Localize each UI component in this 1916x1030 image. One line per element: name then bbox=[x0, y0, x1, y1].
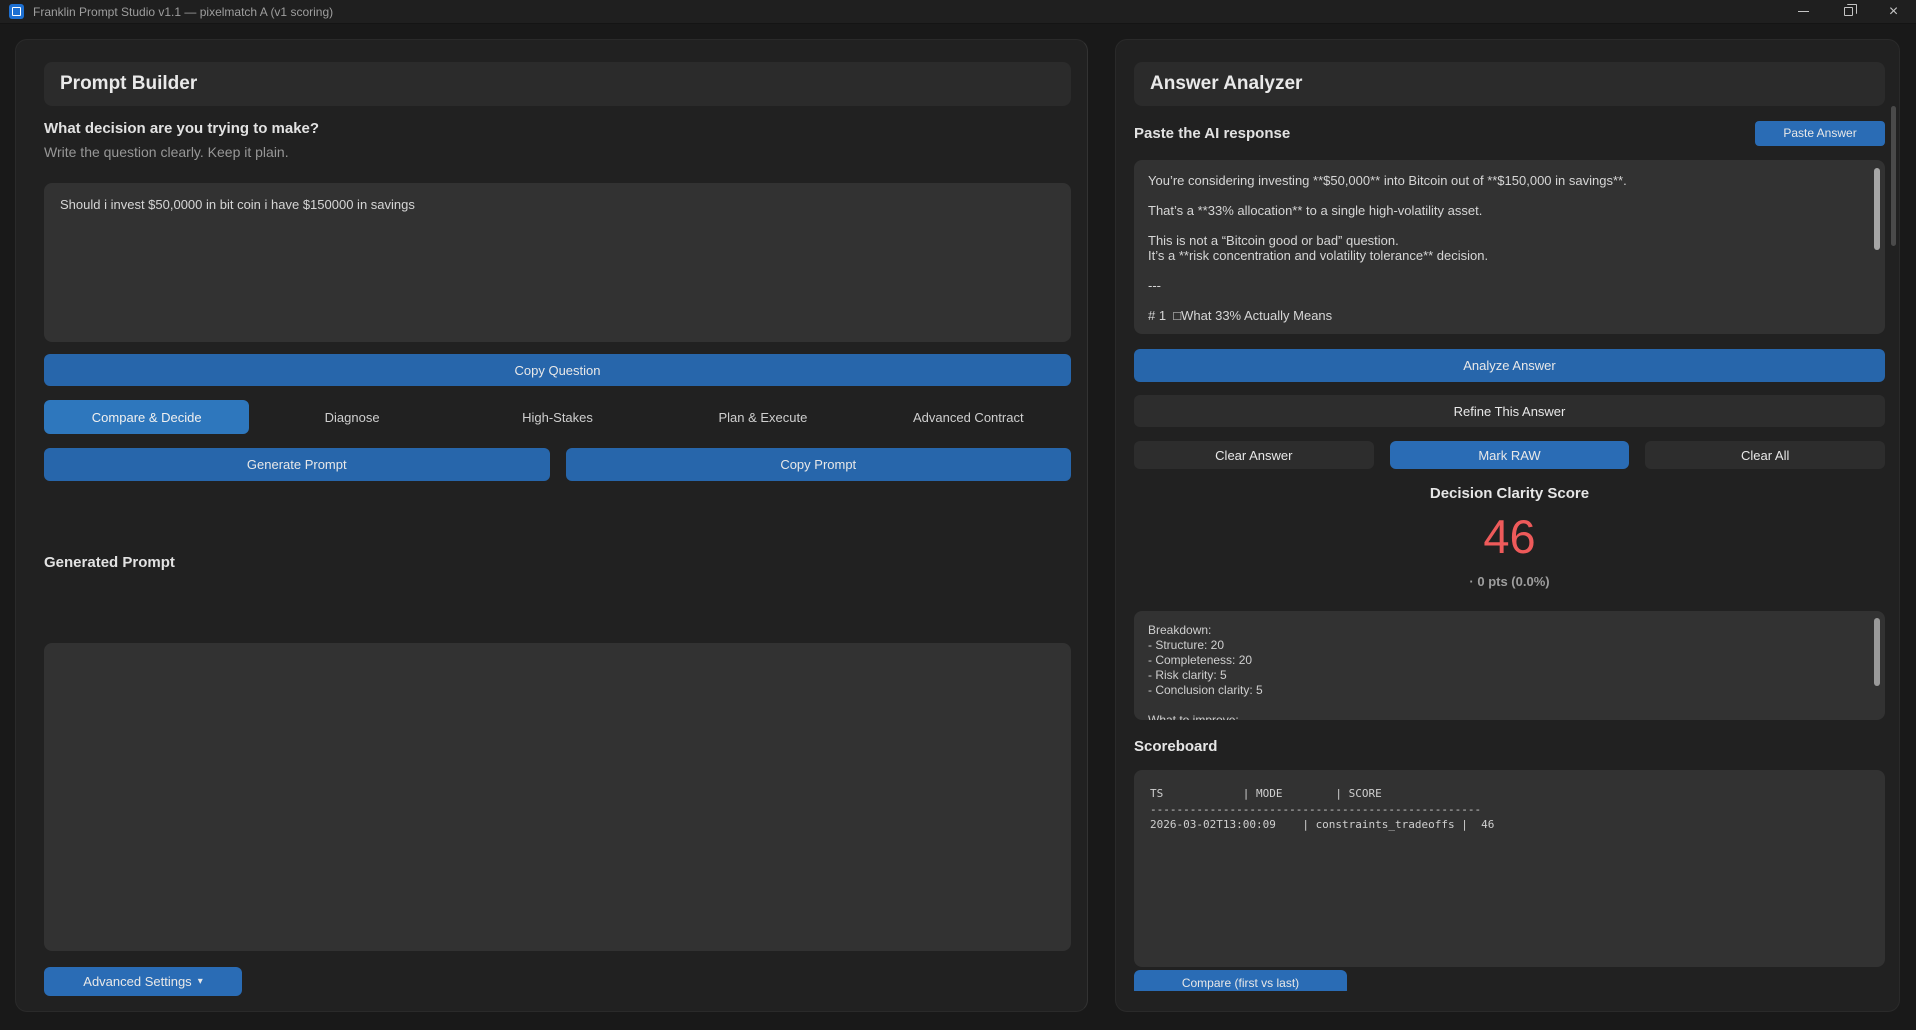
close-button[interactable]: × bbox=[1871, 0, 1916, 24]
tab-advanced-contract[interactable]: Advanced Contract bbox=[866, 400, 1071, 434]
chevron-down-icon: ▾ bbox=[198, 976, 203, 987]
refine-answer-button[interactable]: Refine This Answer bbox=[1134, 395, 1885, 427]
score-title: Decision Clarity Score bbox=[1134, 485, 1885, 502]
score-delta: · 0 pts (0.0%) bbox=[1134, 574, 1885, 589]
scoreboard-header-row: TS | MODE | SCORE bbox=[1150, 786, 1869, 802]
score-breakdown-text: Breakdown: - Structure: 20 - Completenes… bbox=[1148, 623, 1861, 720]
panel-scrollbar-thumb[interactable] bbox=[1891, 106, 1896, 246]
prompt-builder-panel: Prompt Builder What decision are you try… bbox=[15, 39, 1088, 1012]
response-scrollbar-thumb[interactable] bbox=[1874, 168, 1880, 250]
response-input[interactable]: You’re considering investing **$50,000**… bbox=[1134, 160, 1885, 334]
mode-tabs: Compare & Decide Diagnose High-Stakes Pl… bbox=[44, 400, 1071, 434]
scoreboard-box: TS | MODE | SCORE ----------------------… bbox=[1134, 770, 1885, 967]
scoreboard-row: 2026-03-02T13:00:09 | constraints_tradeo… bbox=[1150, 817, 1869, 833]
question-hint: Write the question clearly. Keep it plai… bbox=[44, 144, 1071, 160]
advanced-settings-button[interactable]: Advanced Settings ▾ bbox=[44, 967, 242, 996]
answer-analyzer-header: Answer Analyzer bbox=[1134, 62, 1885, 106]
copy-prompt-button[interactable]: Copy Prompt bbox=[566, 448, 1072, 481]
paste-response-label: Paste the AI response bbox=[1134, 125, 1290, 142]
response-text: You’re considering investing **$50,000**… bbox=[1148, 173, 1861, 323]
titlebar: Franklin Prompt Studio v1.1 — pixelmatch… bbox=[0, 0, 1916, 24]
tab-compare-decide[interactable]: Compare & Decide bbox=[44, 400, 249, 434]
minimize-button[interactable] bbox=[1781, 0, 1826, 24]
compare-first-last-button[interactable]: Compare (first vs last) bbox=[1134, 970, 1347, 991]
breakdown-scrollbar-thumb[interactable] bbox=[1874, 618, 1880, 686]
generated-prompt-output[interactable] bbox=[44, 643, 1071, 951]
analyze-answer-button[interactable]: Analyze Answer bbox=[1134, 349, 1885, 382]
paste-answer-button[interactable]: Paste Answer bbox=[1755, 121, 1885, 146]
tab-plan-execute[interactable]: Plan & Execute bbox=[660, 400, 865, 434]
mark-raw-button[interactable]: Mark RAW bbox=[1390, 441, 1630, 469]
clear-all-button[interactable]: Clear All bbox=[1645, 441, 1885, 469]
score-value: 46 bbox=[1134, 512, 1885, 562]
restore-button[interactable] bbox=[1826, 0, 1871, 24]
window-title: Franklin Prompt Studio v1.1 — pixelmatch… bbox=[33, 5, 333, 19]
clear-answer-button[interactable]: Clear Answer bbox=[1134, 441, 1374, 469]
app-icon bbox=[9, 4, 24, 19]
prompt-builder-header: Prompt Builder bbox=[44, 62, 1071, 106]
score-breakdown-box[interactable]: Breakdown: - Structure: 20 - Completenes… bbox=[1134, 611, 1885, 720]
advanced-settings-label: Advanced Settings bbox=[83, 974, 191, 989]
generated-prompt-label: Generated Prompt bbox=[44, 554, 1071, 571]
generate-prompt-button[interactable]: Generate Prompt bbox=[44, 448, 550, 481]
minimize-icon bbox=[1798, 11, 1809, 12]
question-input[interactable]: Should i invest $50,0000 in bit coin i h… bbox=[44, 183, 1071, 342]
answer-analyzer-panel: Answer Analyzer Paste the AI response Pa… bbox=[1115, 39, 1900, 1012]
restore-icon bbox=[1844, 7, 1853, 16]
tab-diagnose[interactable]: Diagnose bbox=[249, 400, 454, 434]
copy-question-button[interactable]: Copy Question bbox=[44, 354, 1071, 386]
scoreboard-title: Scoreboard bbox=[1134, 738, 1885, 755]
scoreboard-divider: ----------------------------------------… bbox=[1150, 802, 1869, 818]
close-icon: × bbox=[1889, 4, 1898, 20]
tab-high-stakes[interactable]: High-Stakes bbox=[455, 400, 660, 434]
question-label: What decision are you trying to make? bbox=[44, 120, 1071, 137]
